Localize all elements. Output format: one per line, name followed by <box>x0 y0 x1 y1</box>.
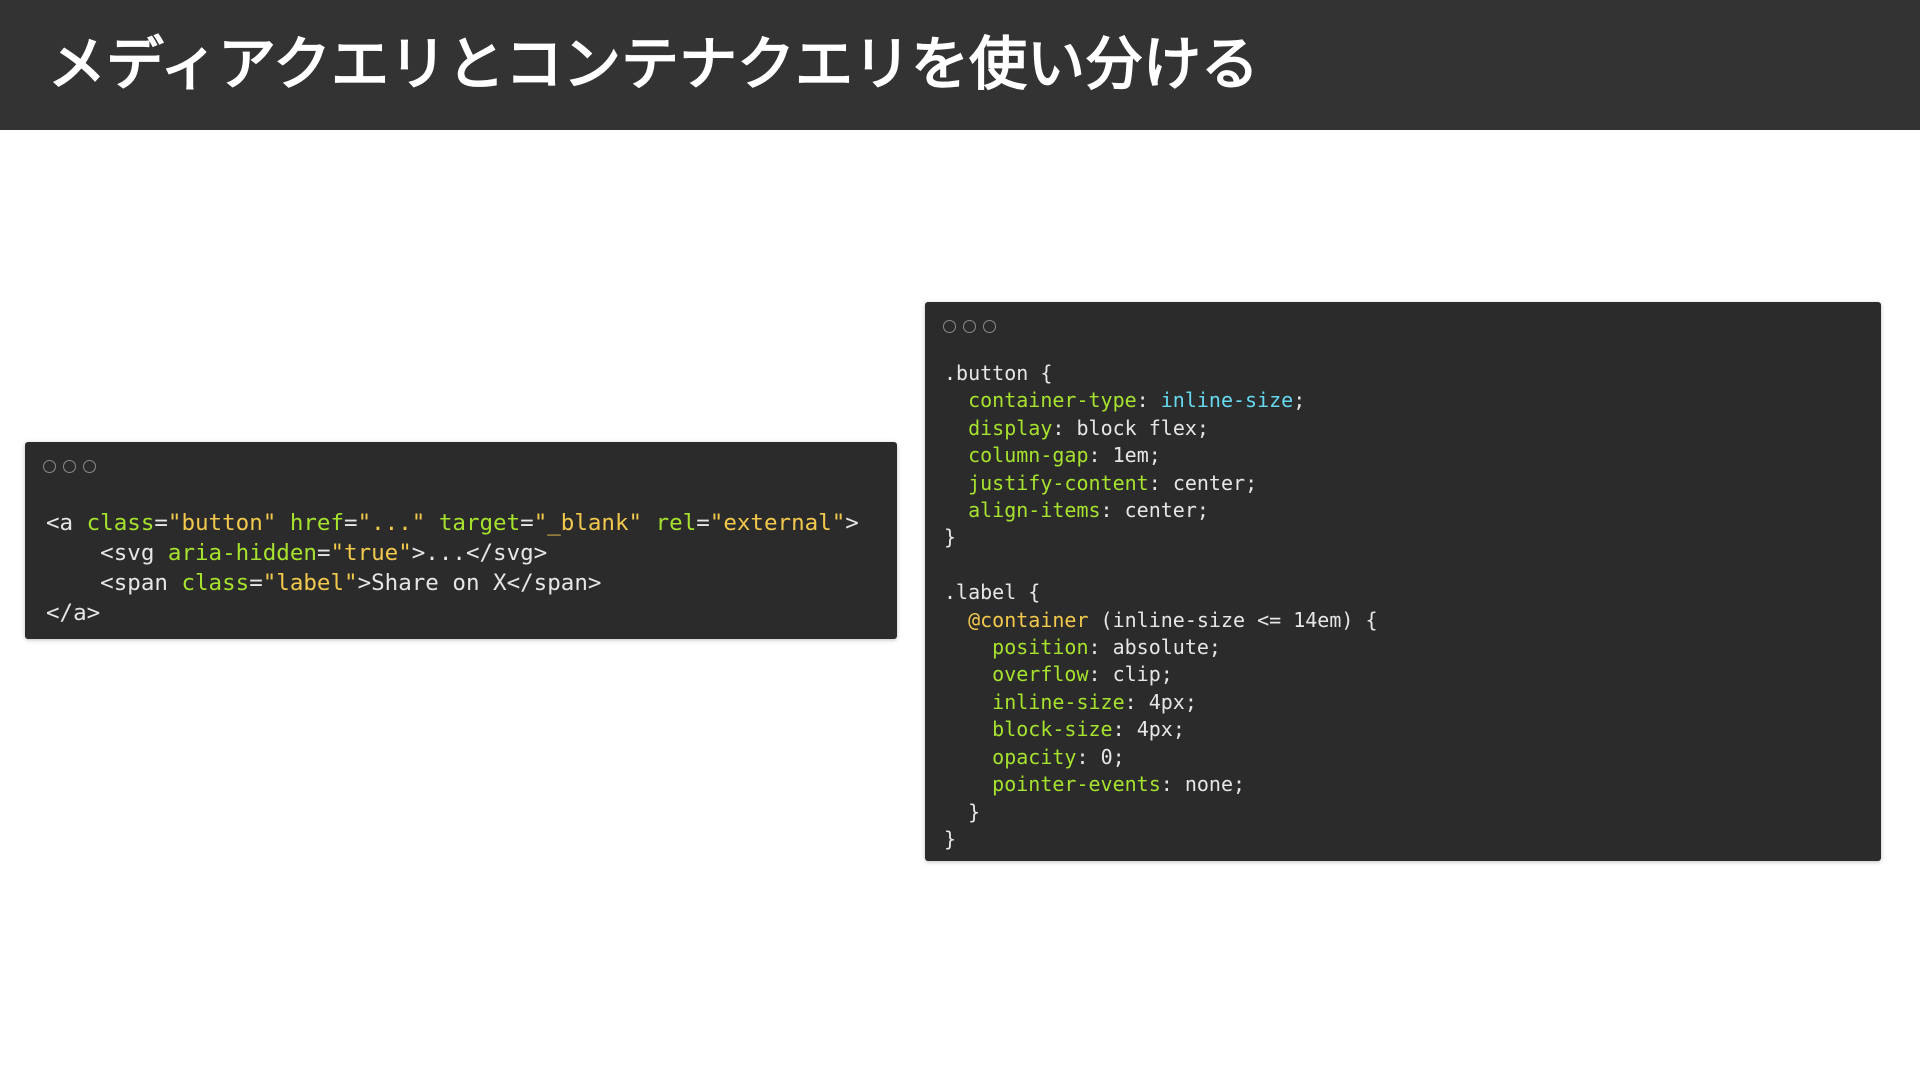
code-line: <a class="button" href="..." target="_bl… <box>46 510 859 536</box>
code-line: inline-size: 4px; <box>992 689 1197 714</box>
window-controls <box>943 320 996 333</box>
page-title: メディアクエリとコンテナクエリを使い分ける <box>48 30 1260 98</box>
code-line: align-items: center; <box>968 498 1209 523</box>
code-line: justify-content: center; <box>968 470 1258 495</box>
code-line: .button { <box>944 361 1053 385</box>
window-dot-icon <box>963 320 976 333</box>
code-line: </a> <box>46 600 101 626</box>
window-dot-icon <box>943 320 956 333</box>
window-dot-icon <box>983 320 996 333</box>
window-controls <box>43 460 96 473</box>
css-code-block: .button { container-type: inline-size; d… <box>944 360 1378 853</box>
code-line: } <box>944 525 957 550</box>
code-line: block-size: 4px; <box>992 717 1185 742</box>
code-line: column-gap: 1em; <box>968 443 1161 468</box>
code-line: <span class="label">Share on X</span> <box>46 570 602 596</box>
html-code-block: <a class="button" href="..." target="_bl… <box>46 508 859 628</box>
code-line: .label { <box>944 580 1041 605</box>
code-line: overflow: clip; <box>992 662 1173 687</box>
code-line: position: absolute; <box>992 635 1221 660</box>
window-dot-icon <box>83 460 96 473</box>
code-line: display: block flex; <box>968 415 1209 440</box>
code-line: } <box>944 826 957 851</box>
code-line: @container (inline-size <= 14em) { <box>968 607 1378 632</box>
css-code-window: .button { container-type: inline-size; d… <box>925 302 1881 861</box>
code-line: pointer-events: none; <box>992 772 1246 797</box>
code-line: opacity: 0; <box>992 744 1125 769</box>
code-line: <svg aria-hidden="true">...</svg> <box>46 540 548 566</box>
title-bar: メディアクエリとコンテナクエリを使い分ける <box>0 0 1920 130</box>
html-code-window: <a class="button" href="..." target="_bl… <box>25 442 897 639</box>
code-line: container-type: inline-size; <box>968 388 1306 413</box>
code-line: } <box>944 799 981 824</box>
window-dot-icon <box>43 460 56 473</box>
window-dot-icon <box>63 460 76 473</box>
